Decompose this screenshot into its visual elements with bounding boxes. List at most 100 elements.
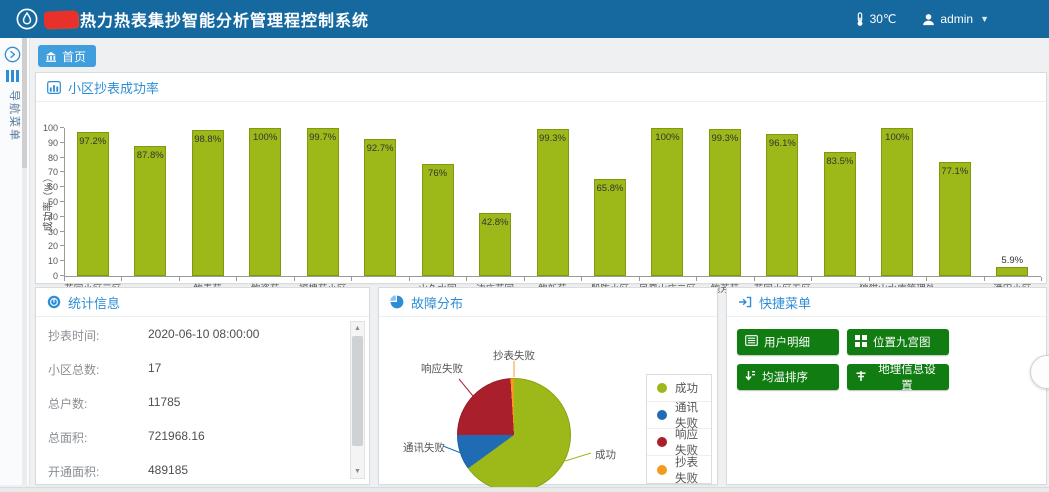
success-rate-panel: 小区抄表成功率 成功率（%） 010203040506070809010097.…: [35, 72, 1047, 284]
tab-home[interactable]: 首页: [38, 45, 96, 67]
stat-row: 总户数:11785: [36, 385, 347, 419]
success-rate-panel-header: 小区抄表成功率: [36, 73, 1046, 102]
bar-value-label: 97.2%: [79, 136, 106, 147]
thermometer-icon: [855, 12, 865, 27]
stat-label: 总户数:: [48, 395, 87, 412]
quick-button-label: 均温排序: [762, 369, 808, 385]
y-tick-label: 20: [32, 241, 58, 251]
stat-row: 开通面积: 489185: [36, 453, 347, 485]
success-rate-title: 小区抄表成功率: [68, 78, 159, 97]
user-menu[interactable]: admin ▼: [922, 12, 989, 26]
bar-6: 76%: [422, 164, 454, 276]
bar-value-label: 92.7%: [367, 143, 394, 154]
app-header: 热力热表集抄智能分析管理程控制系统 30℃ admin ▼: [0, 0, 1049, 38]
redacted-company-name: [44, 10, 79, 28]
geo-icon: [855, 370, 867, 385]
bar-14: 100%: [881, 128, 913, 276]
statistics-scrollbar[interactable]: ▲ ▼: [350, 321, 365, 479]
quick-button-label: 位置九宫图: [873, 334, 931, 350]
bar-value-label: 100%: [885, 132, 909, 143]
y-tick-label: 60: [32, 182, 58, 192]
statistics-list: 抄表时间:2020-06-10 08:00:00 小区总数: 17 总户数:11785…: [36, 317, 347, 485]
bar-value-label: 5.9%: [1001, 255, 1023, 266]
statistics-panel-header: 统计信息: [36, 288, 369, 317]
username: admin: [940, 12, 973, 26]
bar-value-label: 76%: [428, 168, 447, 179]
bar-1: 87.8%: [134, 146, 166, 276]
sidebar-collapse-icon[interactable]: [4, 46, 21, 63]
quick-button-用户明细[interactable]: 用户明细: [737, 329, 839, 355]
sidebar-vertical-label: 导航菜单: [7, 90, 23, 142]
chevron-down-icon: ▼: [980, 14, 989, 24]
bar-8: 99.3%: [537, 129, 569, 276]
bar-value-label: 65.8%: [597, 183, 624, 194]
bar-16: 5.9%: [996, 267, 1028, 276]
fault-pie: [457, 378, 571, 492]
y-tick-label: 0: [32, 271, 58, 281]
sort-icon: [745, 370, 756, 385]
bar-chart-plot: 成功率（%） 010203040506070809010097.2%花园小区三区…: [64, 128, 1041, 276]
scroll-up-icon[interactable]: ▲: [351, 322, 364, 335]
bar-value-label: 87.8%: [137, 150, 164, 161]
left-sidebar: 导航菜单: [0, 38, 30, 485]
quick-button-均温排序[interactable]: 均温排序: [737, 364, 839, 390]
bar-3: 100%: [249, 128, 281, 276]
bar-2: 98.8%: [192, 130, 224, 276]
legend-label: 抄表失败: [675, 454, 701, 486]
stat-row: 总面积: 721968.16: [36, 419, 347, 453]
pie-chart-icon: [390, 295, 404, 309]
y-tick-label: 70: [32, 167, 58, 177]
tab-home-label: 首页: [62, 48, 86, 65]
scroll-down-icon[interactable]: ▼: [351, 465, 364, 478]
bar-value-label: 99.7%: [309, 132, 336, 143]
gauge-icon: [47, 295, 61, 309]
user-icon: [922, 13, 935, 26]
bar-value-label: 100%: [253, 132, 277, 143]
scrollbar-thumb[interactable]: [352, 336, 363, 446]
y-tick-label: 30: [32, 227, 58, 237]
y-tick-label: 50: [32, 197, 58, 207]
bar-value-label: 42.8%: [482, 217, 509, 228]
legend-item-响应失败[interactable]: 响应失败: [647, 429, 711, 456]
stat-label: 开通面积:: [48, 463, 99, 480]
legend-dot-icon: [657, 437, 667, 447]
sidebar-scrollbar[interactable]: [22, 38, 27, 485]
bar-12: 96.1%: [766, 134, 798, 276]
quick-button-位置九宫图[interactable]: 位置九宫图: [847, 329, 949, 355]
bank-icon: [45, 51, 57, 62]
grid-icon: [855, 335, 867, 350]
legend-item-通讯失败[interactable]: 通讯失败: [647, 402, 711, 429]
legend-label: 成功: [675, 380, 698, 396]
list-icon: [745, 335, 758, 349]
quick-menu-header: 快捷菜单: [727, 288, 1046, 317]
stat-value: 489185: [148, 463, 188, 477]
temperature-indicator: 30℃: [855, 12, 897, 27]
pie-legend: 成功通讯失败响应失败抄表失败: [646, 374, 712, 484]
menu-bars-icon[interactable]: [6, 70, 20, 82]
stat-value: 721968.16: [148, 429, 205, 443]
floating-widget-clipped[interactable]: [1030, 355, 1049, 389]
legend-dot-icon: [657, 465, 667, 475]
stat-label: 总面积:: [48, 429, 87, 446]
bar-0: 97.2%: [77, 132, 109, 276]
bar-15: 77.1%: [939, 162, 971, 276]
y-tick-label: 40: [32, 212, 58, 222]
enter-arrow-icon: [738, 296, 752, 308]
stat-value: 17: [148, 361, 161, 375]
stat-label: 小区总数:: [48, 361, 99, 378]
bar-value-label: 99.3%: [711, 133, 738, 144]
flame-logo-icon: [16, 8, 38, 30]
fault-distribution-header: 故障分布: [379, 288, 717, 317]
statistics-panel: 统计信息 抄表时间:2020-06-10 08:00:00 小区总数: 17 总户数:…: [35, 287, 370, 485]
bar-10: 100%: [651, 128, 683, 276]
legend-item-成功[interactable]: 成功: [647, 375, 711, 402]
stat-row: 小区总数: 17: [36, 351, 347, 385]
quick-button-地理信息设置[interactable]: 地理信息设置: [847, 364, 949, 390]
legend-item-抄表失败[interactable]: 抄表失败: [647, 456, 711, 483]
quick-menu-panel: 快捷菜单 用户明细 位置九宫图均温排序 地理信息设置: [726, 287, 1047, 485]
legend-dot-icon: [657, 383, 667, 393]
pie-callout-label: 通讯失败: [403, 440, 445, 455]
bar-value-label: 100%: [655, 132, 679, 143]
stat-row: 抄表时间:2020-06-10 08:00:00: [36, 317, 347, 351]
app-title: 热力热表集抄智能分析管理程控制系统: [80, 7, 369, 31]
